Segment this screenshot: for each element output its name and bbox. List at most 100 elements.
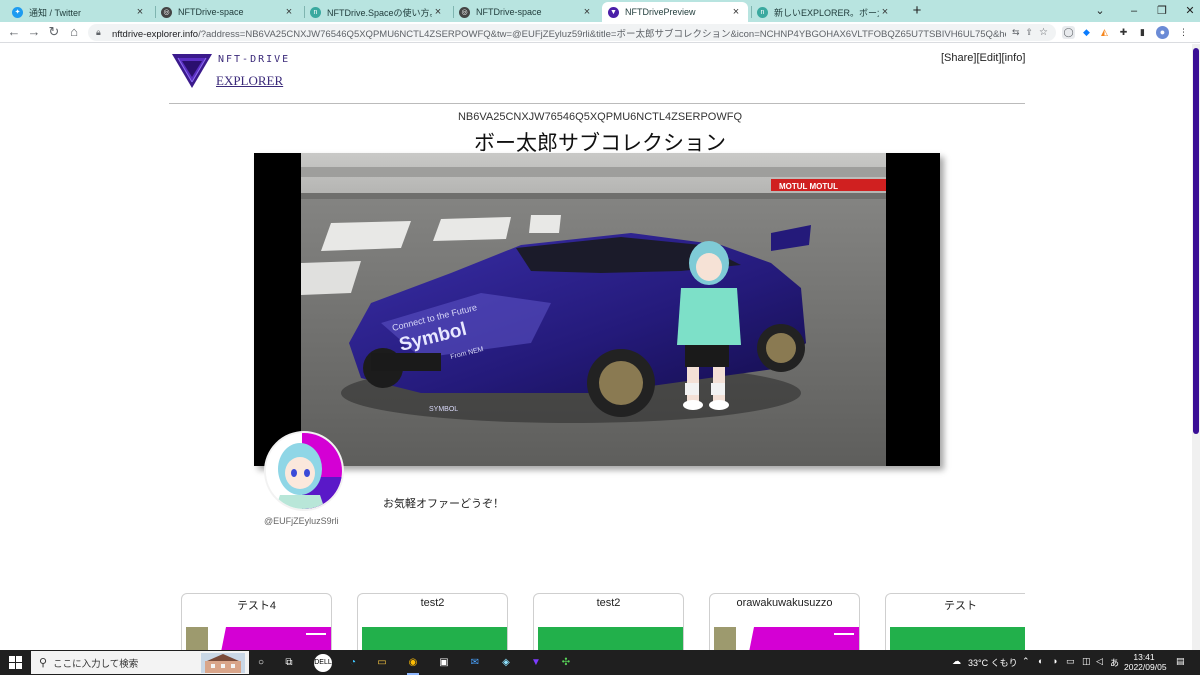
- home-icon[interactable]: ⌂: [66, 24, 82, 40]
- globe-icon: ◎: [459, 6, 470, 18]
- nft-card-thumbnail[interactable]: [186, 627, 332, 650]
- nftdrive-icon: ▼: [608, 6, 619, 18]
- tab-title: NFTDrivePreview: [625, 7, 696, 17]
- owner-avatar[interactable]: [264, 431, 344, 511]
- system-clock[interactable]: 13:41 2022/09/05: [1124, 652, 1167, 672]
- side-panel-icon[interactable]: ▮: [1136, 26, 1149, 39]
- battery-icon[interactable]: ▭: [1066, 656, 1075, 667]
- tab-title: 通知 / Twitter: [29, 7, 82, 18]
- url-path: /?address=NB6VA25CNXJW76546Q5XQPMU6NCTL4…: [198, 28, 1006, 40]
- nft-card[interactable]: test2: [357, 593, 508, 650]
- nft-card-title: test2: [596, 597, 621, 609]
- article-icon: n: [310, 6, 321, 18]
- close-tab-icon[interactable]: ×: [730, 6, 742, 18]
- tray-app-icon[interactable]: ◐: [1038, 656, 1043, 666]
- collection-address: NB6VA25CNXJW76546Q5XQPMU6NCTL4ZSERPOWFQ: [457, 111, 743, 123]
- edge-icon[interactable]: ◔: [344, 654, 362, 672]
- chrome-icon[interactable]: ◉: [404, 654, 422, 675]
- url-text[interactable]: nftdrive-explorer.info/?address=NB6VA25C…: [112, 26, 1006, 40]
- share-link[interactable]: [Share]: [941, 52, 976, 64]
- nft-card[interactable]: test2: [533, 593, 684, 650]
- menu-kebab-icon[interactable]: ⋮: [1177, 26, 1190, 39]
- top-links: [Share][Edit][info]: [941, 52, 1025, 64]
- reload-icon[interactable]: ↻: [46, 24, 62, 40]
- cortana-icon[interactable]: ○: [252, 654, 270, 672]
- globe-icon: ◎: [161, 6, 172, 18]
- mail-icon[interactable]: ✉: [466, 654, 484, 672]
- share-icon[interactable]: ⇪: [1025, 27, 1033, 38]
- tab-title: NFTDrive-space: [178, 7, 244, 17]
- notes-icon[interactable]: ◈: [497, 654, 515, 672]
- taskbar-search-box[interactable]: ⚲ ここに入力して検索: [31, 651, 249, 674]
- page-scrollbar[interactable]: [1192, 44, 1200, 650]
- notification-icon[interactable]: ▤: [1176, 656, 1185, 667]
- volume-icon[interactable]: ◁: [1096, 656, 1103, 667]
- file-explorer-icon[interactable]: ▭: [373, 654, 391, 672]
- close-tab-icon[interactable]: ×: [432, 6, 444, 18]
- translate-icon[interactable]: ⇆: [1012, 27, 1020, 38]
- nft-card-thumbnail[interactable]: [714, 627, 860, 650]
- ime-icon[interactable]: あ: [1110, 656, 1119, 669]
- close-tab-icon[interactable]: ×: [134, 6, 146, 18]
- task-view-icon[interactable]: ⧉: [280, 654, 298, 672]
- nft-card-thumbnail[interactable]: [362, 627, 508, 650]
- url-host: nftdrive-explorer.info: [112, 28, 199, 40]
- nft-card-title: テスト: [944, 600, 977, 612]
- nft-card-thumbnail[interactable]: [538, 627, 684, 650]
- close-window-icon[interactable]: ✕: [1168, 0, 1200, 22]
- info-link[interactable]: [info]: [1002, 52, 1026, 64]
- nft-card[interactable]: テスト4: [181, 593, 332, 650]
- tray-app-icon[interactable]: ◑: [1052, 656, 1057, 666]
- weather-text[interactable]: 33°C くもり: [968, 656, 1018, 669]
- collection-description: お気軽オファーどうぞ！: [383, 498, 504, 510]
- weather-icon[interactable]: ☁: [952, 656, 961, 667]
- bookmark-star-icon[interactable]: ☆: [1039, 27, 1048, 38]
- nft-card[interactable]: orawakuwakusuzzo: [709, 593, 860, 650]
- tab-title: NFTDrive.Spaceの使い方。| 記事: [327, 7, 432, 18]
- back-icon[interactable]: ←: [6, 24, 22, 40]
- browser-toolbar: ← → ↻ ⌂ 🔒︎ nftdrive-explorer.info/?addre…: [0, 22, 1200, 43]
- store-icon[interactable]: ▣: [435, 654, 453, 672]
- explorer-link[interactable]: EXPLORER: [216, 73, 283, 89]
- nft-card-thumbnail[interactable]: [890, 627, 1025, 650]
- banner-text: MOTUL MOTUL: [779, 182, 838, 191]
- header-divider: [169, 103, 1025, 104]
- profile-avatar-icon[interactable]: ●: [1156, 26, 1169, 39]
- tab-title: NFTDrive-space: [476, 7, 542, 17]
- close-tab-icon[interactable]: ×: [581, 6, 593, 18]
- close-tab-icon[interactable]: ×: [879, 6, 891, 18]
- scrollbar-thumb[interactable]: [1193, 48, 1199, 434]
- car-plate-text: SYMBOL: [429, 406, 458, 413]
- tab-article[interactable]: n NFTDrive.Spaceの使い方。| 記事 ×: [304, 2, 450, 22]
- nft-card-title: test2: [420, 597, 445, 609]
- tray-chevron-icon[interactable]: ⌃: [1022, 656, 1030, 667]
- forward-icon[interactable]: →: [26, 24, 42, 40]
- extensions-puzzle-icon[interactable]: ✚: [1117, 26, 1130, 39]
- nft-card-list: テスト4 test2 test2 orawakuwakusuzzo テスト: [181, 593, 1025, 650]
- edit-link[interactable]: [Edit]: [976, 52, 1001, 64]
- address-bar[interactable]: 🔒︎ nftdrive-explorer.info/?address=NB6VA…: [88, 24, 1056, 41]
- search-icon: ⚲: [39, 657, 48, 669]
- tab-new-explorer[interactable]: n 新しいEXPLORER。ボー太郎博士 ×: [751, 2, 897, 22]
- close-tab-icon[interactable]: ×: [283, 6, 295, 18]
- owner-handle[interactable]: @EUFjZEyluzS9rli: [264, 516, 339, 526]
- tab-nftdrive-space[interactable]: ◎ NFTDrive-space ×: [155, 2, 301, 22]
- article-icon: n: [757, 6, 768, 18]
- windows-start-icon[interactable]: [9, 656, 22, 669]
- app-icon[interactable]: ✣: [557, 654, 575, 672]
- new-tab-button[interactable]: +: [908, 2, 926, 20]
- extension-icon[interactable]: ◯: [1062, 26, 1075, 39]
- dell-icon[interactable]: DELL: [314, 654, 332, 672]
- nft-card[interactable]: テスト: [885, 593, 1025, 650]
- tab-nftdrive-space-2[interactable]: ◎ NFTDrive-space ×: [453, 2, 599, 22]
- metamask-icon[interactable]: ◭: [1098, 26, 1111, 39]
- windows-taskbar: ⚲ ここに入力して検索 ○ ⧉ DELL ◔ ▭ ◉ ▣ ✉ ◈ ▼ ✣ ☁ 3…: [0, 650, 1200, 675]
- extension-icon[interactable]: ◆: [1080, 26, 1093, 39]
- page-content: NFT-DRIVE EXPLORER [Share][Edit][info] N…: [0, 44, 1200, 650]
- lock-icon[interactable]: 🔒︎: [96, 27, 106, 38]
- tab-twitter[interactable]: ✦ 通知 / Twitter ×: [6, 2, 152, 22]
- nftdrive-app-icon[interactable]: ▼: [527, 654, 545, 672]
- tab-nftdrive-preview[interactable]: ▼ NFTDrivePreview ×: [602, 2, 748, 22]
- network-icon[interactable]: ◫: [1082, 656, 1091, 667]
- nft-drive-logo[interactable]: [170, 50, 214, 90]
